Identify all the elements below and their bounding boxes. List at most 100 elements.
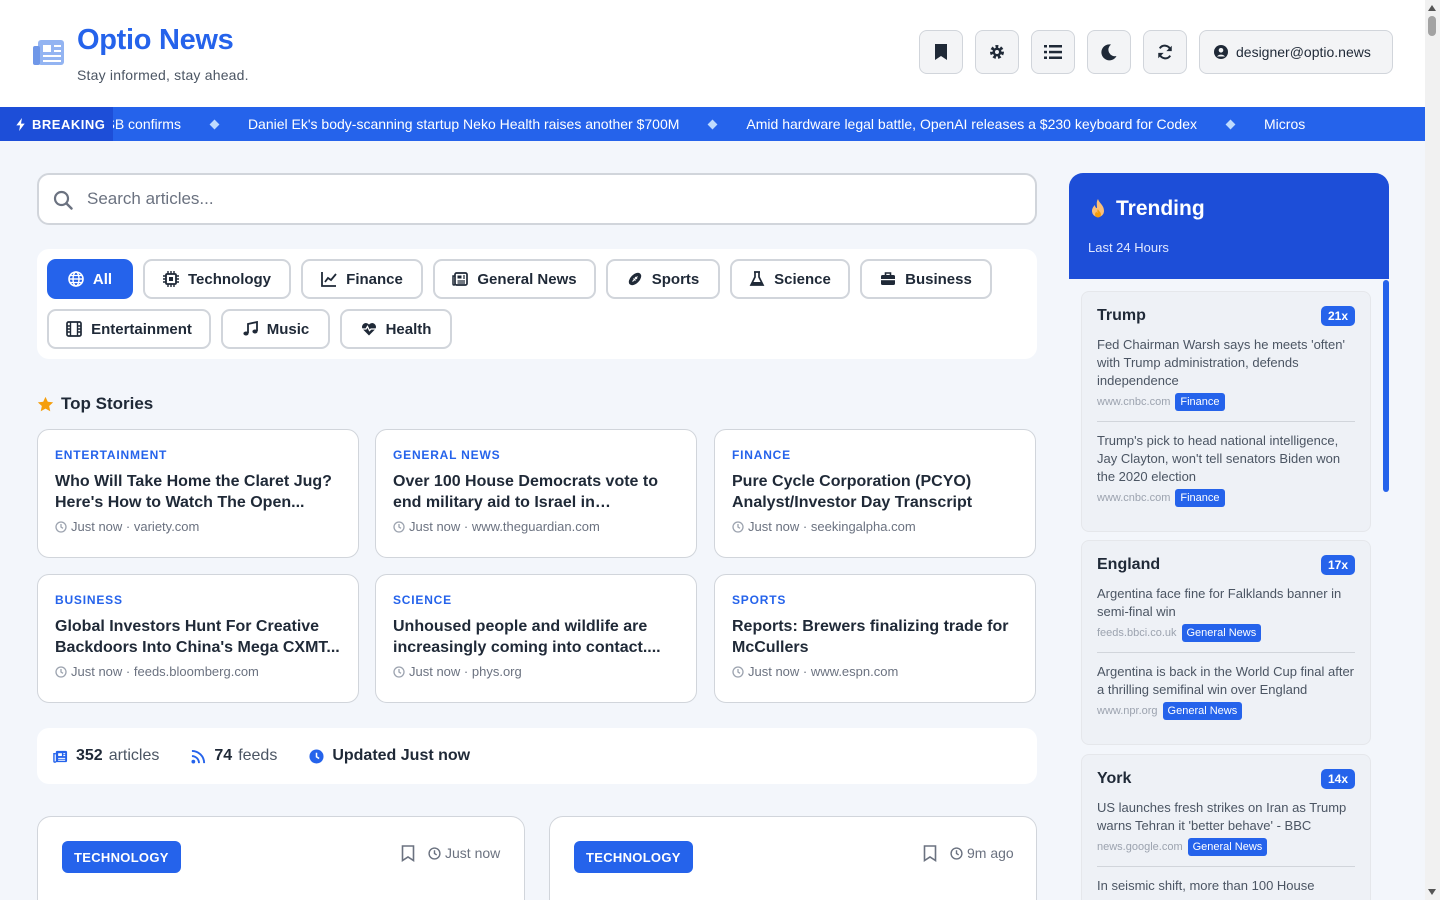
refresh-button[interactable]: [1143, 30, 1187, 74]
articles-stat: 352 articles: [53, 747, 159, 765]
category-entertainment[interactable]: Entertainment: [47, 309, 211, 349]
updated-stat: Updated Just now: [309, 747, 470, 765]
trending-article-title[interactable]: US launches fresh strikes on Iran as Tru…: [1097, 799, 1355, 835]
bookmark-outline-icon[interactable]: [923, 845, 937, 862]
trending-term[interactable]: England: [1097, 556, 1160, 574]
app-title[interactable]: Optio News: [77, 24, 234, 57]
ticker-item[interactable]: tor 100%, NTSB confirms: [113, 116, 181, 132]
story-title[interactable]: Unhoused people and wildlife are increas…: [393, 616, 679, 658]
category-technology[interactable]: Technology: [143, 259, 291, 299]
football-icon: [628, 272, 641, 286]
story-meta: Just now · seekingalpha.com: [732, 519, 1018, 534]
scroll-up-arrow-icon[interactable]: [1428, 5, 1436, 11]
trending-scroll-indicator[interactable]: [1383, 280, 1389, 492]
dark-mode-toggle[interactable]: [1087, 30, 1131, 74]
top-story-card[interactable]: ENTERTAINMENT Who Will Take Home the Cla…: [37, 429, 359, 558]
feed-list-button[interactable]: [1031, 30, 1075, 74]
star-icon: [37, 396, 54, 411]
search-bar: [37, 173, 1037, 225]
trending-topic-card[interactable]: Trump 21x Fed Chairman Warsh says he mee…: [1081, 291, 1371, 532]
story-title[interactable]: Global Investors Hunt For Creative Backd…: [55, 616, 341, 658]
top-story-card[interactable]: SCIENCE Unhoused people and wildlife are…: [375, 574, 697, 703]
settings-button[interactable]: [975, 30, 1019, 74]
top-story-card[interactable]: SPORTS Reports: Brewers finalizing trade…: [714, 574, 1036, 703]
bookmark-outline-icon[interactable]: [401, 845, 415, 862]
page-scrollbar[interactable]: [1425, 0, 1440, 900]
trending-article-title[interactable]: Argentina face fine for Falklands banner…: [1097, 585, 1355, 621]
flask-icon: [749, 271, 765, 286]
clock-icon: [393, 665, 405, 678]
story-category: BUSINESS: [55, 593, 123, 607]
trending-topic-card[interactable]: England 17x Argentina face fine for Falk…: [1081, 540, 1371, 745]
trending-article-title[interactable]: Fed Chairman Warsh says he meets 'often'…: [1097, 336, 1355, 390]
story-meta: Just now · variety.com: [55, 519, 341, 534]
ticker-item[interactable]: Daniel Ek's body-scanning startup Neko H…: [248, 116, 679, 132]
trending-topic-card[interactable]: York 14x US launches fresh strikes on Ir…: [1081, 754, 1371, 900]
story-category: GENERAL NEWS: [393, 448, 501, 462]
top-stories-heading: Top Stories: [37, 394, 153, 414]
trending-article-title[interactable]: Trump's pick to head national intelligen…: [1097, 432, 1355, 486]
scroll-down-arrow-icon[interactable]: [1428, 889, 1436, 895]
trending-article-title[interactable]: In seismic shift, more than 100 House: [1097, 877, 1355, 895]
trending-term[interactable]: Trump: [1097, 307, 1146, 325]
trending-article-tag: General News: [1187, 838, 1268, 856]
trending-article[interactable]: Trump's pick to head national intelligen…: [1097, 421, 1355, 517]
bookmarks-button[interactable]: [919, 30, 963, 74]
stats-bar: 352 articles 74 feeds Updated Just now: [37, 728, 1037, 784]
search-input[interactable]: [87, 175, 1017, 223]
clock-icon: [309, 748, 324, 764]
story-title[interactable]: Over 100 House Democrats vote to end mil…: [393, 471, 679, 513]
trending-article-tag: Finance: [1175, 489, 1225, 507]
top-story-card[interactable]: GENERAL NEWS Over 100 House Democrats vo…: [375, 429, 697, 558]
category-general-news[interactable]: General News: [433, 259, 596, 299]
story-title[interactable]: Reports: Brewers finalizing trade for Mc…: [732, 616, 1018, 658]
clock-icon: [950, 846, 963, 860]
trending-article[interactable]: Fed Chairman Warsh says he meets 'often'…: [1097, 336, 1355, 421]
article-card[interactable]: TECHNOLOGY Just now: [37, 816, 525, 900]
newspaper-icon: [452, 272, 469, 286]
category-all[interactable]: All: [47, 259, 133, 299]
trending-article-tag: General News: [1162, 702, 1243, 720]
trending-article-source: www.npr.org: [1097, 705, 1158, 717]
article-card[interactable]: TECHNOLOGY 9m ago: [549, 816, 1037, 900]
trending-article[interactable]: In seismic shift, more than 100 House: [1097, 866, 1355, 900]
trending-article[interactable]: Argentina face fine for Falklands banner…: [1097, 585, 1355, 652]
list-icon: [1044, 45, 1062, 59]
clock-icon: [55, 520, 67, 533]
trending-article-title[interactable]: Argentina is back in the World Cup final…: [1097, 663, 1355, 699]
story-title[interactable]: Who Will Take Home the Claret Jug? Here'…: [55, 471, 341, 513]
trending-subtitle: Last 24 Hours: [1088, 240, 1169, 255]
category-finance[interactable]: Finance: [301, 259, 423, 299]
search-icon: [53, 190, 73, 210]
trending-article-tag: Finance: [1175, 393, 1225, 411]
clock-icon: [732, 520, 744, 533]
top-story-card[interactable]: BUSINESS Global Investors Hunt For Creat…: [37, 574, 359, 703]
story-category: FINANCE: [732, 448, 791, 462]
clock-icon: [732, 665, 744, 678]
article-time: Just now: [428, 845, 500, 861]
scroll-thumb[interactable]: [1428, 16, 1436, 36]
category-sports[interactable]: Sports: [606, 259, 720, 299]
article-time: 9m ago: [950, 845, 1014, 861]
category-business[interactable]: Business: [860, 259, 992, 299]
trending-article[interactable]: US launches fresh strikes on Iran as Tru…: [1097, 799, 1355, 866]
ticker-item[interactable]: Micros: [1264, 116, 1305, 132]
category-science[interactable]: Science: [730, 259, 850, 299]
newspaper-logo-icon: [33, 40, 64, 65]
chart-line-icon: [321, 272, 337, 287]
globe-icon: [68, 271, 84, 287]
trending-article-source: feeds.bbci.co.uk: [1097, 627, 1177, 639]
bolt-icon: [16, 117, 25, 131]
category-music[interactable]: Music: [221, 309, 330, 349]
top-story-card[interactable]: FINANCE Pure Cycle Corporation (PCYO) An…: [714, 429, 1036, 558]
story-category: SCIENCE: [393, 593, 452, 607]
category-health[interactable]: Health: [340, 309, 452, 349]
trending-title: Trending: [1088, 197, 1205, 221]
trending-article[interactable]: Argentina is back in the World Cup final…: [1097, 652, 1355, 730]
trending-term[interactable]: York: [1097, 770, 1131, 788]
user-account-button[interactable]: designer@optio.news: [1199, 30, 1393, 74]
story-title[interactable]: Pure Cycle Corporation (PCYO) Analyst/In…: [732, 471, 1018, 513]
bookmark-icon: [935, 44, 947, 60]
ticker-item[interactable]: Amid hardware legal battle, OpenAI relea…: [746, 116, 1197, 132]
ticker-separator: [1225, 119, 1236, 129]
